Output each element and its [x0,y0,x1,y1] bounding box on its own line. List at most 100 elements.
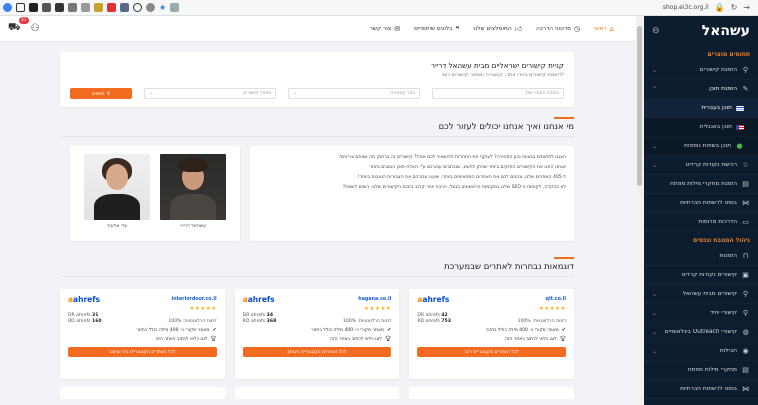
more-cards-peek [59,387,574,399]
sidebar-header: עשהאל ⊖ [644,16,758,46]
scrollbar[interactable] [636,16,643,405]
field-placeholder: בחר קטגוריה [389,91,416,96]
category-button[interactable]: לכל האתרים מקטגוריית ביטחון [242,347,392,357]
sidebar-item-tutorials[interactable]: ▭ הדרכות מרוסות [644,213,758,232]
sidebar-item-credit-links[interactable]: ▣ קישורים נקודות קרדיט [644,266,758,285]
square-icon[interactable] [16,3,25,12]
sidebar-item-social-boost-2[interactable]: ⋈ בוסט לרשתות חברתיות [644,380,758,399]
divider [60,276,574,277]
nav-recommended[interactable]: 👍︎ המומלצים שלנו [473,24,522,33]
nav-shared-blogs[interactable]: ❝ בלוגים שיתופיים [414,25,459,33]
search-button[interactable]: ⚲ חיפוש [69,88,133,99]
grid-icon[interactable] [68,3,77,12]
feather-icon[interactable] [42,3,51,12]
nav-home[interactable]: ⌂ ראשי [594,25,614,33]
links-count-select[interactable]: מספר קישורים ⌄ [144,88,277,99]
sidebar-item-label: תוכן באנגלית [699,124,732,130]
sidebar-item-outreach[interactable]: ◍ קישורי Outreach בינלאומיים ⌄ [644,323,758,342]
category-button[interactable]: לכל האתרים מקטגוריית בית ועיצוב [67,347,217,357]
sidebar-item-order-content[interactable]: ✎ הזמנת תוכן ⌃ [644,80,758,99]
nav-tutorial-videos[interactable]: ◷ סרטוני הדרכה [536,25,580,33]
sidebar-item-single-links[interactable]: ⚲ קישורי יחיד ⌄ [644,304,758,323]
link-icon[interactable] [81,3,90,12]
sidebar-item-house-links[interactable]: ⚲ קישורים מבית עשהאל ⌄ [644,285,758,304]
nav-label: סרטוני הדרכה [535,25,571,32]
sidebar-item-orders[interactable]: ⊓ הזמנות [644,247,758,266]
category-select[interactable]: בחר קטגוריה ⌄ [288,88,421,99]
cart-icon[interactable]: ⛟ 31 [8,17,29,35]
globe-icon[interactable] [3,3,12,12]
nav-label: צור קשר [369,25,392,32]
flag-icon[interactable] [29,3,38,12]
sidebar-item-label: הזמנת קישורים [699,67,737,73]
gear-icon[interactable] [94,3,103,12]
category-button[interactable]: לכל האתרים מקטגוריית רכב [417,347,566,357]
site-card-header: aahrefs interiordoor.co.il [68,295,217,304]
nav-contact[interactable]: ✉ צור קשר [370,25,401,33]
example-cards: aahrefs qit.co.il ★★★★★ DR ahrefs 42 RD … [59,289,574,379]
sidebar-item-label: קישורי יחיד [709,310,737,316]
examples-heading: דוגמאות נבחרות לאתרים שבמערכת [444,262,574,272]
sidebar-item-keyword-research-2[interactable]: ▤ מחקרי מילות מפתח [644,361,758,380]
site-url-field[interactable]: כתובת האתר שלך [432,88,564,99]
logo[interactable]: עשהאל [702,23,750,39]
link-icon: ⚲ [742,290,749,298]
box-icon: ◉ [742,347,749,355]
about-paragraph: הצגנו לתחומים בגאווה נכון המחירה? לעוקף … [339,155,566,160]
check-icon: ✔ [561,327,566,333]
trophy-icon: 🏆︎ [210,336,217,342]
rating-stars: ★★★★★ [364,306,392,312]
scrollbar-thumb[interactable] [637,26,642,186]
search-icon: ⚲ [106,90,111,97]
ring-icon[interactable] [133,3,142,12]
url-bar[interactable]: shop.ei3c.org.il 🔒 ↻ → [663,3,750,12]
sidebar-item-keyword-research[interactable]: ▤ הזמנת מחקרי מילות מפתח [644,175,758,194]
sidebar-item-order-links[interactable]: ⚲ הזמנת קישורים ⌄ [644,61,758,80]
reload-icon[interactable]: ↻ [731,3,738,12]
sync-icon[interactable] [146,3,155,12]
sidebar-section-products: תחומים מוצרים [707,51,750,58]
url-text[interactable]: shop.ei3c.org.il [663,4,709,11]
sidebar-item-content-english[interactable]: תוכן באנגלית [644,118,758,137]
feature-row: 🏆︎ לוגו כלאי לכתוב באתר הזה [243,336,391,342]
home-icon: ⌂ [609,24,614,33]
lock-icon: 🔒 [714,3,725,12]
site-domain-link[interactable]: interiordoor.co.il [172,297,217,302]
about-paragraph: לא בהקדה, לקוחות ה-SEO שלנו במקומות הראש… [342,185,566,190]
metric-rd-row: RD ahrefs 160 דמות הרלוונטיות: 100% [68,319,217,324]
link-icon: ⚲ [742,66,749,74]
metric-label: DR ahrefs [242,313,266,318]
clock-icon: ◷ [573,24,580,33]
site-card [234,387,400,399]
sidebar-item-label: הזמנת תוכן [709,86,737,92]
sidebar-item-content-other-langs[interactable]: ● תוכן בשפות נוספות ⌄ [644,137,758,156]
accent-bar [554,257,574,259]
header-actions: ⚇ ⛟ 31 [8,17,40,35]
flag-us-icon [736,124,744,130]
save-icon[interactable] [120,3,129,12]
site-domain-link[interactable]: qit.co.il [546,297,566,302]
site-domain-link[interactable]: hagana.co.il [358,297,391,302]
main-content: קניית קישורים ישראליים מבית עשהאל דרייר … [59,52,574,399]
check-icon: ✔ [212,327,217,333]
star-icon[interactable]: ★ [159,3,166,12]
metric-value: 160 [92,319,102,324]
sidebar-item-social-boost[interactable]: ⋈ בוסט לרשתות חברתיות [644,194,758,213]
extension-icon[interactable] [55,3,64,12]
team-member-name: עדי אלעזר [106,224,128,229]
red-badge-icon[interactable] [107,3,116,12]
sidebar-item-packages[interactable]: ◉ חבילות ⌄ [644,342,758,361]
sidebar-item-buy-credits[interactable]: ☆ רכישת נקודות קרדיט ⌄ [644,156,758,175]
check-icon: ✔ [387,327,392,333]
sidebar-item-content-hebrew[interactable]: תוכן בעברית [644,99,758,118]
puzzle-icon[interactable] [170,3,180,12]
user-icon[interactable]: ⚇ [31,23,40,34]
relevance-text: דמות הרלוונטיות: 100% [342,319,392,324]
about-heading: מי אנחנו ואיך אנחנו יכולים לעזור לכם [438,122,574,132]
menu-toggle-icon[interactable]: ⊖ [652,26,660,36]
trophy-icon: 🏆︎ [559,336,566,342]
share-icon: ⋈ [742,199,749,207]
metric-label: RD ahrefs [417,319,440,324]
metric-value: 31 [92,313,99,318]
forward-icon[interactable]: → [743,3,750,12]
